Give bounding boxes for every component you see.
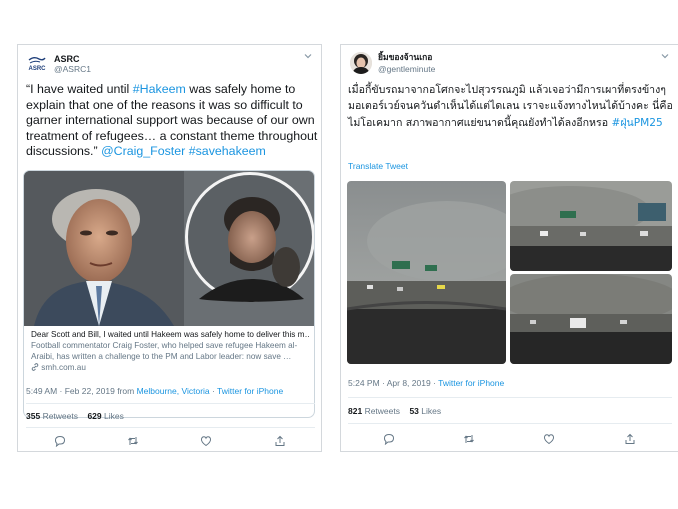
retweets-stat[interactable]: 355 Retweets [26,411,78,421]
timestamp[interactable]: 5:24 PM · Apr 8, 2019 · [348,378,438,388]
retweets-label: Retweets [42,411,78,421]
divider [348,423,672,424]
reply-icon[interactable] [54,435,66,447]
card-url-text: smh.com.au [41,363,86,372]
tweet-stats: 355 Retweets 629 Likes [26,411,124,421]
likes-stat[interactable]: 53 Likes [409,406,441,416]
tweet-photo[interactable] [510,181,672,271]
photo-grid [347,181,672,364]
tweet-card-gentleminute: ยิ้มของจ้านเกอ @gentleminute เมื่อกี้ขับ… [340,44,678,452]
share-icon[interactable] [274,435,286,447]
card-url: smh.com.au [31,362,309,373]
share-icon[interactable] [624,433,636,445]
likes-count: 53 [409,406,419,416]
tweet-text: เมื่อกี้ขับรถมาจากอโศกจะไปสุวรรณภูมิ แล้… [348,82,674,131]
card-image [24,171,314,326]
chevron-down-icon[interactable] [303,51,313,61]
mention-link[interactable]: @Craig_Foster [101,144,185,158]
divider [348,397,672,398]
timestamp[interactable]: 5:49 AM · Feb 22, 2019 from [26,386,137,396]
hashtag-link[interactable]: #Hakeem [133,82,186,96]
link-preview-card[interactable]: Dear Scott and Bill, I waited until Hake… [23,170,315,418]
retweets-stat[interactable]: 821 Retweets [348,406,400,416]
hashtag-link[interactable]: #ฝุ่นPM25 [611,117,662,129]
divider [26,427,315,428]
author-handle[interactable]: @ASRC1 [54,64,91,75]
likes-label: Likes [421,406,442,416]
retweet-icon[interactable] [127,435,139,447]
source-link[interactable]: Twitter for iPhone [217,386,283,396]
retweets-count: 355 [26,411,41,421]
link-icon [31,363,39,371]
retweets-label: Retweets [364,406,400,416]
source-link[interactable]: Twitter for iPhone [438,378,504,388]
card-info: Dear Scott and Bill, I waited until Hake… [24,326,314,417]
meta-separator: · [209,386,218,396]
tweet-card-asrc: ASRC ASRC @ASRC1 “I have waited until #H… [17,44,322,452]
tweet-meta: 5:49 AM · Feb 22, 2019 from Melbourne, V… [26,386,283,397]
author-handle[interactable]: @gentleminute [378,64,435,75]
card-description: Football commentator Craig Foster, who h… [31,341,298,361]
retweets-count: 821 [348,406,363,416]
translate-tweet-link[interactable]: Translate Tweet [348,161,408,171]
chevron-down-icon[interactable] [660,51,670,61]
tweet-meta: 5:24 PM · Apr 8, 2019 · Twitter for iPho… [348,378,504,389]
location-link[interactable]: Melbourne, Victoria [137,386,210,396]
tweet-stats: 821 Retweets 53 Likes [348,406,441,416]
tweet-text: “I have waited until #Hakeem was safely … [26,82,318,160]
avatar-logo-text: ASRC [28,66,46,72]
tweet-text-part: “I have waited until [26,82,133,96]
likes-label: Likes [104,411,124,421]
author-name[interactable]: ยิ้มของจ้านเกอ [378,53,432,64]
tweet-photo[interactable] [347,181,506,364]
likes-count: 629 [87,411,102,421]
likes-stat[interactable]: 629 Likes [87,411,123,421]
divider [26,403,315,404]
card-title: Dear Scott and Bill, I waited until Hake… [31,330,309,339]
reply-icon[interactable] [383,433,395,445]
like-icon[interactable] [543,433,555,445]
avatar[interactable]: ASRC [26,53,48,75]
retweet-icon[interactable] [463,433,475,445]
hashtag-link[interactable]: #savehakeem [189,144,266,158]
tweet-photo[interactable] [510,274,672,364]
like-icon[interactable] [200,435,212,447]
avatar[interactable] [350,52,372,74]
